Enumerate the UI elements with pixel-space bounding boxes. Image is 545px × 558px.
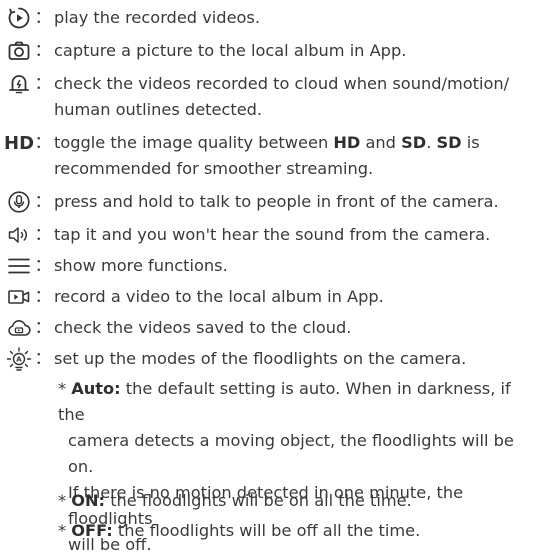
note-text: the default setting is auto. When in dar… xyxy=(58,379,511,424)
svg-text:A: A xyxy=(16,356,22,364)
item-text: set up the modes of the floodlights on t… xyxy=(54,349,467,368)
mode-auto-label: Auto: xyxy=(71,379,121,398)
hd-label: HD xyxy=(333,133,361,152)
item-record: ： record a video to the local album in A… xyxy=(6,284,542,310)
text-segment: toggle the image quality between xyxy=(54,133,334,152)
colon: ： xyxy=(34,74,52,94)
note-off: * OFF: the floodlights will be off all t… xyxy=(58,518,542,544)
item-cloud-video: ： check the videos saved to the cloud. xyxy=(6,315,542,341)
item-text: press and hold to talk to people in fron… xyxy=(54,192,499,211)
hd-icon-label: HD xyxy=(4,132,35,154)
hd-icon: HD xyxy=(4,130,35,156)
colon: ： xyxy=(34,318,52,338)
speaker-icon xyxy=(6,222,32,248)
item-text: toggle the image quality between HD and … xyxy=(54,130,534,182)
bullet-star: * xyxy=(58,379,72,398)
item-play: ： play the recorded videos. xyxy=(6,5,542,31)
colon: ： xyxy=(34,133,52,153)
item-capture: ： capture a picture to the local album i… xyxy=(6,38,542,64)
cloud-video-icon xyxy=(6,315,32,341)
bullet-star: * xyxy=(58,491,72,510)
note-text: the floodlights will be off all the time… xyxy=(112,521,421,540)
instruction-document: ： play the recorded videos. ： capture a … xyxy=(0,0,545,554)
item-talk: ： press and hold to talk to people in fr… xyxy=(6,189,542,215)
text-segment: and xyxy=(360,133,402,152)
sd-label: SD xyxy=(401,133,427,152)
item-text-line1: check the videos recorded to cloud when … xyxy=(54,74,510,93)
mode-off-label: OFF: xyxy=(71,521,113,540)
cloud-alarm-icon xyxy=(6,71,32,97)
item-text-line2: human outlines detected. xyxy=(54,100,263,119)
note-text: the floodlights will be on all the time. xyxy=(105,491,412,510)
item-cloud-alarm: ： check the videos recorded to cloud whe… xyxy=(6,71,542,123)
item-text: tap it and you won't hear the sound from… xyxy=(54,225,491,244)
item-text: record a video to the local album in App… xyxy=(54,287,384,306)
mode-on-label: ON: xyxy=(71,491,106,510)
colon: ： xyxy=(34,349,52,369)
item-menu: ： show more functions. xyxy=(6,253,542,279)
bullet-star: * xyxy=(58,521,72,540)
sd-label: SD xyxy=(436,133,462,152)
colon: ： xyxy=(34,41,52,61)
item-text: play the recorded videos. xyxy=(54,8,261,27)
floodlight-auto-icon: A xyxy=(6,346,32,372)
item-text: check the videos saved to the cloud. xyxy=(54,318,352,337)
colon: ： xyxy=(34,192,52,212)
note-text: camera detects a moving object, the floo… xyxy=(68,431,514,476)
colon: ： xyxy=(34,225,52,245)
item-text: check the videos recorded to cloud when … xyxy=(54,71,534,123)
text-segment: is xyxy=(461,133,480,152)
play-circle-icon xyxy=(6,5,32,31)
colon: ： xyxy=(34,256,52,276)
microphone-icon xyxy=(6,189,32,215)
colon: ： xyxy=(34,8,52,28)
item-floodlight: A ： set up the modes of the floodlights … xyxy=(6,346,542,372)
item-hd: HD ： toggle the image quality between HD… xyxy=(4,130,542,182)
item-text-line2: recommended for smoother streaming. xyxy=(54,159,374,178)
note-on: * ON: the floodlights will be on all the… xyxy=(58,488,542,514)
item-text: capture a picture to the local album in … xyxy=(54,41,407,60)
item-mute: ： tap it and you won't hear the sound fr… xyxy=(6,222,542,248)
text-segment: . xyxy=(426,133,437,152)
video-record-icon xyxy=(6,284,32,310)
camera-icon xyxy=(6,38,32,64)
item-text: show more functions. xyxy=(54,256,228,275)
colon: ： xyxy=(34,287,52,307)
menu-icon xyxy=(6,253,32,279)
